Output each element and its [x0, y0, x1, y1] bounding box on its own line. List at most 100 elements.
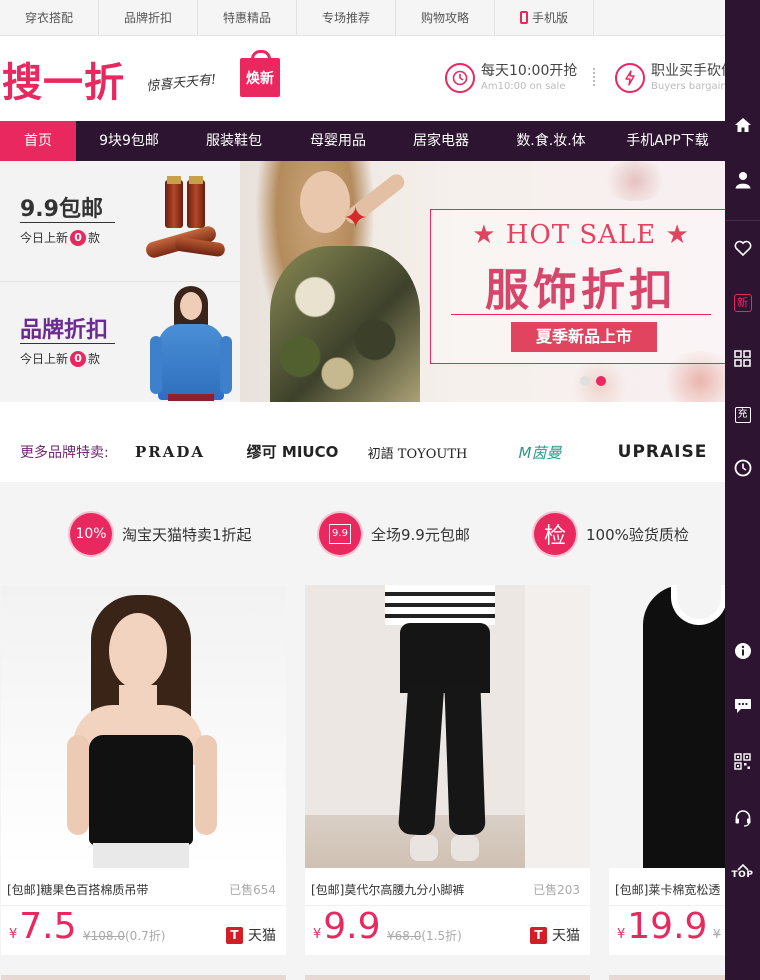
product-price: ¥ 9.9 [313, 907, 381, 947]
phone-icon [519, 11, 528, 24]
product-name[interactable]: [包邮]莫代尔高腰九分小脚裤 [311, 881, 464, 898]
link-mobile[interactable]: 手机版 [495, 0, 594, 36]
product-name[interactable]: [包邮]糖果色百搭棉质吊带 [7, 881, 148, 898]
hot-sale-panel: ★ HOT SALE ★ 服饰折扣 夏季新品上市 [430, 209, 725, 364]
inspect-icon: 检 [534, 513, 576, 555]
category-grid-icon[interactable] [725, 343, 760, 373]
brand-row: 更多品牌特卖: PRADA 缪可 MIUCO 初語 TOYOUTH M茵曼 UP… [0, 402, 725, 482]
link-mobile-label: 手机版 [531, 11, 568, 25]
product-image[interactable] [1, 585, 286, 868]
qr-code-icon[interactable] [725, 746, 760, 776]
stamp-icon: 9.9 [319, 513, 361, 555]
promo-block-9-9[interactable]: 9.9包邮 今日上新 0 款 [0, 161, 240, 281]
model-sweater-image [150, 284, 235, 401]
nav-9-9-free-shipping[interactable]: 9块9包邮 [76, 121, 182, 161]
currency-symbol: ¥ [313, 927, 322, 942]
product-name[interactable]: [包邮]莱卡棉宽松透 [615, 881, 720, 898]
flower-decoration [600, 161, 670, 201]
product-original-price: ¥108.0(0.7折) [83, 927, 165, 944]
user-icon[interactable] [725, 165, 760, 195]
promo-bargain-title: 职业买手砍价 [651, 63, 725, 79]
link-featured[interactable]: 专场推荐 [297, 0, 396, 36]
brand-logo-inman[interactable]: M茵曼 [495, 432, 585, 472]
clock-icon [445, 63, 475, 93]
carousel-dot-active[interactable] [596, 376, 606, 386]
product-card[interactable]: [包邮]莱卡棉宽松透 ¥ 19.9 ¥ [609, 585, 725, 955]
sidebar-divider [725, 220, 760, 221]
brand-logo-toyouth[interactable]: 初語 TOYOUTH [368, 432, 468, 472]
chat-icon[interactable] [725, 691, 760, 721]
feature-discount: 10% 淘宝天猫特卖1折起 [70, 513, 252, 555]
link-shopping-guide[interactable]: 购物攻略 [396, 0, 495, 36]
promo-daily-sale: 每天10:00开抢 Am10:00 on sale [445, 62, 577, 94]
product-card[interactable]: [包邮]莫代尔高腰九分小脚裤 已售203 ¥ 9.9 ¥68.0(1.5折) T… [305, 585, 590, 955]
brand-logo-upraise[interactable]: UPRAISE [615, 432, 710, 472]
product-card[interactable]: [包邮]糖果色百搭棉质吊带 已售654 ¥ 7.5 ¥108.0(0.7折) T… [1, 585, 286, 955]
nav-home[interactable]: 首页 [0, 121, 76, 161]
product-image[interactable] [609, 585, 725, 868]
brand-logo-prada[interactable]: PRADA [130, 432, 210, 472]
original-price: ¥68.0 [387, 929, 422, 943]
cosmetics-image [144, 176, 230, 266]
new-season-button[interactable]: 夏季新品上市 [511, 322, 657, 352]
price-value: 19.9 [627, 906, 708, 947]
feature-quality-check: 检 100%验货质检 [534, 513, 689, 555]
product-original-price: ¥68.0(1.5折) [387, 927, 462, 944]
platform-label: 天猫 [552, 928, 580, 944]
nav-digital-food-beauty[interactable]: 数.食.妆.体 [492, 121, 610, 161]
new-count-badge: 0 [70, 229, 87, 246]
history-clock-icon[interactable] [725, 453, 760, 483]
new-count-badge: 0 [70, 350, 87, 367]
site-logo[interactable]: 搜一折 [2, 50, 125, 108]
link-specials[interactable]: 特惠精品 [198, 0, 297, 36]
lightning-icon [615, 63, 645, 93]
info-icon[interactable] [725, 636, 760, 666]
new-items-icon[interactable]: 新 [725, 288, 760, 318]
carousel-dot[interactable] [580, 376, 590, 386]
promo-sub-prefix: 今日上新 [20, 231, 69, 245]
tmall-icon: T [530, 926, 547, 944]
next-row-card-edge [1, 975, 286, 980]
tmall-tag[interactable]: T 天猫 [530, 925, 580, 945]
feature-free-shipping: 9.9 全场9.9元包邮 [319, 513, 470, 555]
recharge-icon[interactable]: 充 [725, 400, 760, 430]
nav-mother-baby[interactable]: 母婴用品 [286, 121, 390, 161]
recharge-label: 充 [734, 407, 751, 423]
discount-rate: (0.7折) [125, 929, 166, 943]
nav-app-download[interactable]: 手机APP下载 [610, 121, 725, 161]
promo-block-title: 9.9包邮 [20, 197, 103, 222]
home-icon[interactable] [725, 110, 760, 140]
product-sold-count: 已售203 [533, 883, 580, 897]
brand-logo-miuco-text: 缪可 MIUCO [246, 442, 339, 461]
service-features: 10% 淘宝天猫特卖1折起 9.9 全场9.9元包邮 检 100%验货质检 [0, 482, 725, 585]
right-sidebar: 新 充 TOP [725, 0, 760, 980]
link-outfit[interactable]: 穿衣搭配 [0, 0, 99, 36]
banner-divider [451, 314, 711, 315]
link-brand-discount[interactable]: 品牌折扣 [99, 0, 198, 36]
promo-block-underline [20, 222, 115, 223]
nav-home-appliances[interactable]: 居家电器 [390, 121, 492, 161]
promo-block-underline [20, 343, 115, 344]
promo-sub-suffix: 款 [88, 352, 101, 366]
heart-icon[interactable] [725, 233, 760, 263]
more-brands-label[interactable]: 更多品牌特卖: [20, 442, 109, 462]
promo-daily-sub: Am10:00 on sale [481, 81, 566, 92]
product-sold-count: 已售654 [229, 883, 276, 897]
nav-apparel-shoes-bags[interactable]: 服装鞋包 [182, 121, 286, 161]
discount-rate: (1.5折) [421, 929, 462, 943]
back-to-top-button[interactable]: TOP [725, 857, 760, 887]
customer-service-headset-icon[interactable] [725, 803, 760, 833]
top-link-bar: 穿衣搭配 品牌折扣 特惠精品 专场推荐 购物攻略 手机版 [0, 0, 725, 36]
product-price: ¥ 19.9 [617, 907, 707, 947]
tmall-tag[interactable]: T 天猫 [226, 925, 276, 945]
promo-block-brand-discount[interactable]: 品牌折扣 今日上新 0 款 [0, 281, 240, 401]
product-price: ¥ 7.5 [9, 907, 77, 947]
hero-banner[interactable]: ✦ ★ HOT SALE ★ 服饰折扣 夏季新品上市 [240, 161, 725, 402]
back-to-top-label: TOP [731, 870, 754, 880]
currency-symbol: ¥ [617, 927, 626, 942]
brand-logo-miuco[interactable]: 缪可 MIUCO [247, 432, 339, 472]
shopping-bag-icon[interactable]: 焕新 [240, 50, 280, 97]
product-image[interactable] [305, 585, 590, 868]
promo-sub-prefix: 今日上新 [20, 352, 69, 366]
tmall-icon: T [226, 926, 243, 944]
